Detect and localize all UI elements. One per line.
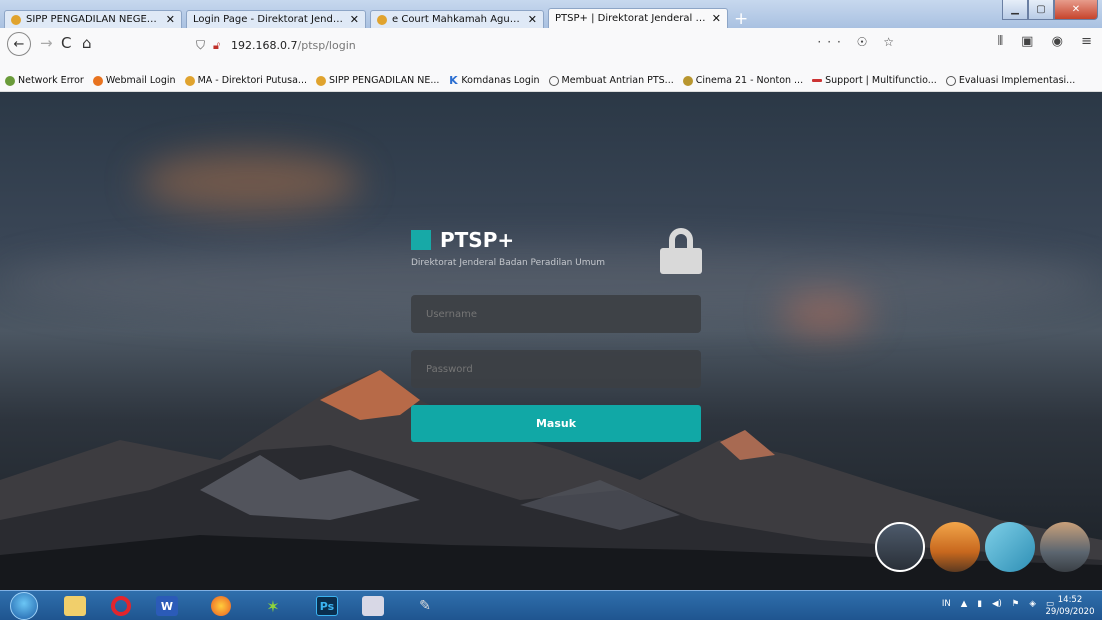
ptsp-logo-icon xyxy=(411,230,431,250)
tab-close-icon[interactable]: ✕ xyxy=(712,12,721,25)
back-button[interactable]: ← xyxy=(7,32,31,56)
tab-label: SIPP PENGADILAN NEGERI TA xyxy=(26,14,162,25)
globe-icon xyxy=(945,75,956,86)
page-actions-icon[interactable]: ··· ☉ ☆ xyxy=(817,35,900,49)
bookmark-item[interactable]: MA - Direktori Putusa... xyxy=(184,75,307,86)
login-submit-button[interactable]: Masuk xyxy=(411,405,701,442)
home-icon[interactable]: ⌂ xyxy=(82,34,92,52)
network-icon[interactable]: ▮ xyxy=(977,599,982,609)
login-panel: PTSP+ Direktorat Jenderal Badan Peradila… xyxy=(411,228,702,442)
background-thumb-sunset[interactable] xyxy=(930,522,980,572)
tab-label: PTSP+ | Direktorat Jenderal Badan P xyxy=(555,13,708,24)
minimize-button[interactable]: ▁ xyxy=(1002,0,1028,20)
globe-icon xyxy=(548,75,559,86)
library-icon[interactable]: ⫴ xyxy=(998,34,1003,49)
bookmark-favicon-icon xyxy=(5,75,15,86)
start-button[interactable] xyxy=(10,592,38,620)
tab-ptsp[interactable]: PTSP+ | Direktorat Jenderal Badan P ✕ xyxy=(548,8,728,28)
tab-close-icon[interactable]: ✕ xyxy=(350,13,359,26)
bookmark-item[interactable]: K Komdanas Login xyxy=(448,73,539,87)
clock-date: 29/09/2020 xyxy=(1045,607,1095,617)
new-tab-button[interactable]: + xyxy=(734,9,748,29)
maximize-button[interactable]: ▢ xyxy=(1028,0,1054,20)
bookmark-favicon-icon: K xyxy=(449,73,458,87)
bookmark-favicon-icon xyxy=(812,79,823,82)
opera-icon xyxy=(111,596,131,616)
insecure-lock-icon[interactable]: 🔓︎ xyxy=(213,39,225,52)
bookmark-item[interactable]: SIPP PENGADILAN NE... xyxy=(315,75,439,86)
tab-label: e Court Mahkamah Agung RI | xyxy=(392,14,524,25)
bookmark-item[interactable]: Network Error xyxy=(5,75,84,86)
password-input[interactable] xyxy=(411,350,701,388)
taskbar-photoshop[interactable]: Ps xyxy=(310,593,344,619)
background-thumb-mountain-day[interactable] xyxy=(1040,522,1090,572)
bookmark-favicon-icon xyxy=(315,75,326,86)
tab-label: Login Page - Direktorat Jenderal Ba xyxy=(193,14,346,25)
bookmark-item[interactable]: Membuat Antrian PTS... xyxy=(548,75,674,86)
reload-button[interactable]: C xyxy=(61,34,71,52)
taskbar-opera[interactable] xyxy=(104,593,138,619)
sidebar-icon[interactable]: ▣ xyxy=(1021,34,1033,49)
background-thumb-mountain-night[interactable] xyxy=(875,522,925,572)
windows-taskbar: W ✶ Ps ✎ IN ▲ ▮ ◀) ⚑ ◈ ▭ 14:52 29/09/202… xyxy=(0,590,1102,620)
word-icon: W xyxy=(156,596,178,616)
taskbar-word[interactable]: W xyxy=(150,593,184,619)
bookmark-item[interactable]: Cinema 21 - Nonton ... xyxy=(682,75,803,86)
taskbar-app[interactable]: ✶ xyxy=(256,593,290,619)
tracking-shield-icon[interactable]: ⛉ xyxy=(196,38,205,53)
system-clock[interactable]: 14:52 29/09/2020 xyxy=(1040,594,1100,618)
background-thumb-ice[interactable] xyxy=(985,522,1035,572)
plant-icon: ✶ xyxy=(266,596,280,616)
tab-favicon-icon xyxy=(377,14,387,25)
bookmarks-bar: Network Error Webmail Login MA - Direkto… xyxy=(0,70,1102,92)
sunset-cloud xyxy=(140,152,360,212)
bookmark-favicon-icon xyxy=(184,75,195,86)
menu-icon[interactable]: ≡ xyxy=(1081,34,1092,49)
bookmark-favicon-icon xyxy=(682,75,693,86)
taskbar-tool[interactable]: ✎ xyxy=(408,593,442,619)
bookmark-item[interactable]: Support | Multifunctio... xyxy=(812,75,937,86)
tab-ecourt[interactable]: e Court Mahkamah Agung RI | ✕ xyxy=(370,10,544,28)
clock-time: 14:52 xyxy=(1057,595,1083,605)
close-window-button[interactable]: ✕ xyxy=(1054,0,1098,20)
url-bar[interactable]: ⛉ 🔓︎ 192.168.0.7/ptsp/login ··· ☉ ☆ xyxy=(196,32,906,58)
forward-button[interactable]: → xyxy=(40,34,53,52)
tab-login-page[interactable]: Login Page - Direktorat Jenderal Ba ✕ xyxy=(186,10,366,28)
browser-navbar: ← → C ⌂ ⛉ 🔓︎ 192.168.0.7/ptsp/login ··· … xyxy=(0,28,1102,70)
bookmark-favicon-icon xyxy=(92,75,103,86)
folder-icon xyxy=(64,596,86,616)
brand-title: PTSP+ xyxy=(440,228,515,252)
bookmark-item[interactable]: Webmail Login xyxy=(92,75,176,86)
tab-sipp[interactable]: SIPP PENGADILAN NEGERI TA ✕ xyxy=(4,10,182,28)
taskbar-firefox[interactable] xyxy=(204,593,238,619)
photoshop-icon: Ps xyxy=(316,596,338,616)
tab-close-icon[interactable]: ✕ xyxy=(528,13,537,26)
username-input[interactable] xyxy=(411,295,701,333)
bookmark-item[interactable]: Evaluasi Implementasi... xyxy=(945,75,1075,86)
padlock-icon xyxy=(660,228,702,274)
brand-subtitle: Direktorat Jenderal Badan Peradilan Umum xyxy=(411,258,606,268)
flag-icon[interactable]: ⚑ xyxy=(1012,599,1020,609)
show-hidden-icons-icon[interactable]: ▲ xyxy=(961,599,968,609)
tab-favicon-icon xyxy=(11,14,21,25)
url-host: 192.168.0.7 xyxy=(231,38,298,52)
page-background: PTSP+ Direktorat Jenderal Badan Peradila… xyxy=(0,92,1102,590)
url-path: /ptsp/login xyxy=(297,38,356,52)
tab-close-icon[interactable]: ✕ xyxy=(166,13,175,26)
brush-icon: ✎ xyxy=(419,598,431,614)
account-icon[interactable]: ◉ xyxy=(1052,34,1063,49)
taskbar-paint[interactable] xyxy=(356,593,390,619)
language-indicator[interactable]: IN xyxy=(942,599,951,609)
brand-header: PTSP+ xyxy=(411,228,701,252)
background-selector xyxy=(875,522,1095,572)
browser-tabbar: SIPP PENGADILAN NEGERI TA ✕ Login Page -… xyxy=(0,0,1102,29)
taskbar-explorer[interactable] xyxy=(58,593,92,619)
firefox-icon xyxy=(211,596,231,616)
paint-icon xyxy=(362,596,384,616)
update-icon[interactable]: ◈ xyxy=(1029,599,1036,609)
volume-icon[interactable]: ◀) xyxy=(992,599,1002,609)
